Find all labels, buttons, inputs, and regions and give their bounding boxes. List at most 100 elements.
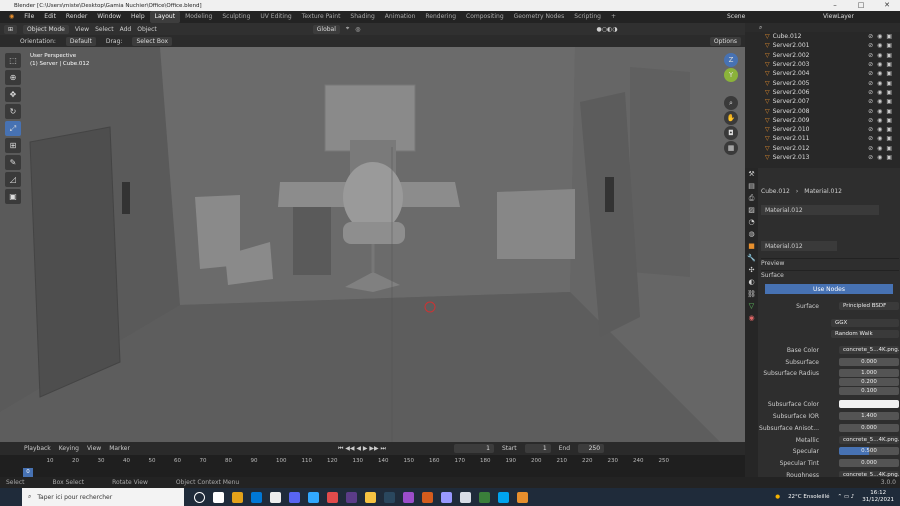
outliner-item[interactable]: ▽ Server2.010 ⊘◉▣ (745, 125, 900, 134)
tab-geometry-nodes[interactable]: Geometry Nodes (509, 11, 570, 23)
app-icon-15[interactable] (460, 491, 471, 503)
cursor-tool-icon[interactable]: ⊕ (5, 70, 21, 85)
axis-y-icon[interactable]: Y (724, 68, 738, 82)
outliner-item[interactable]: ▽ Server2.013 ⊘◉▣ (745, 153, 900, 162)
visibility-icons[interactable]: ⊘◉▣ (868, 145, 896, 152)
surface-panel-header[interactable]: Surface (761, 270, 899, 280)
tab-modeling[interactable]: Modeling (180, 11, 217, 23)
timeline-view-menu[interactable]: View (87, 445, 101, 452)
visibility-icons[interactable]: ⊘◉▣ (868, 42, 896, 49)
visibility-icons[interactable]: ⊘◉▣ (868, 126, 896, 133)
tool-tab-icon[interactable]: ⚒ (745, 168, 758, 180)
taskbar-search-field[interactable]: ⌕ Taper ici pour rechercher (22, 488, 184, 506)
visibility-icons[interactable]: ⊘◉▣ (868, 108, 896, 115)
app-icon-8[interactable] (327, 491, 338, 503)
close-icon[interactable]: ✕ (874, 0, 900, 11)
select-menu[interactable]: Select (95, 26, 114, 33)
annotate-tool-icon[interactable]: ✎ (5, 155, 21, 170)
outliner-item[interactable]: ▽ Server2.003 ⊘◉▣ (745, 60, 900, 69)
task-view-icon[interactable] (194, 491, 205, 503)
object-tab-icon[interactable]: ■ (745, 240, 758, 252)
menu-render[interactable]: Render (61, 11, 92, 23)
file-explorer-icon[interactable] (251, 491, 262, 503)
outliner-item[interactable]: ▽ Server2.002 ⊘◉▣ (745, 51, 900, 60)
rotate-tool-icon[interactable]: ↻ (5, 104, 21, 119)
scene-selector[interactable]: Scene (727, 11, 745, 23)
subsurface-method-dropdown[interactable]: Random Walk (831, 330, 899, 338)
view-layer-selector[interactable]: ViewLayer (823, 11, 854, 23)
menu-window[interactable]: Window (92, 11, 126, 23)
app-icon-5[interactable] (270, 491, 281, 503)
blender-taskbar-icon[interactable] (517, 491, 528, 503)
constraints-tab-icon[interactable]: ⛓ (745, 288, 758, 300)
app-icon-16[interactable] (479, 491, 490, 503)
playhead[interactable]: 0 (23, 468, 33, 477)
scale-tool-icon[interactable]: ⤢ (5, 121, 21, 136)
shader-input-value[interactable]: 0.000 (839, 358, 899, 366)
outliner-item[interactable]: ▽ Server2.008 ⊘◉▣ (745, 106, 900, 115)
output-tab-icon[interactable]: ⎙ (745, 192, 758, 204)
marker-menu[interactable]: Marker (109, 445, 130, 452)
app-icon-10[interactable] (365, 491, 376, 503)
discord-icon[interactable] (289, 491, 300, 503)
visibility-icons[interactable]: ⊘◉▣ (868, 117, 896, 124)
surface-shader-field[interactable]: Principled BSDF (839, 302, 899, 310)
visibility-icons[interactable]: ⊘◉▣ (868, 80, 896, 87)
view-layer-tab-icon[interactable]: ▨ (745, 204, 758, 216)
world-tab-icon[interactable]: ◍ (745, 228, 758, 240)
taskbar-search-placeholder[interactable]: Taper ici pour rechercher (37, 494, 112, 501)
steam-icon[interactable] (384, 491, 395, 503)
editor-type-icon[interactable]: ⊞ (4, 24, 18, 34)
object-menu[interactable]: Object (137, 26, 157, 33)
view-menu[interactable]: View (75, 26, 89, 33)
clock[interactable]: 16:12 31/12/2021 (862, 490, 894, 504)
distribution-dropdown[interactable]: GGX (831, 319, 899, 327)
tab-uv-editing[interactable]: UV Editing (255, 11, 296, 23)
3d-viewport[interactable]: User Perspective (1) Server | Cube.012 ⬚… (0, 47, 745, 442)
pan-hand-icon[interactable]: ✋ (724, 111, 738, 125)
camera-icon[interactable]: ◘ (724, 126, 738, 140)
outliner-item[interactable]: ▽ Server2.012 ⊘◉▣ (745, 144, 900, 153)
tray-icons[interactable]: ⌃ ▭ ♪ (837, 494, 854, 500)
visibility-icons[interactable]: ⊘◉▣ (868, 70, 896, 77)
shader-input-value[interactable] (839, 400, 899, 408)
visibility-icons[interactable]: ⊘◉▣ (868, 52, 896, 59)
scene-tab-icon[interactable]: ◔ (745, 216, 758, 228)
tab-layout[interactable]: Layout (149, 11, 181, 23)
tab-shading[interactable]: Shading (345, 11, 379, 23)
material-name-field[interactable]: Material.012 (761, 241, 837, 251)
shader-input-value[interactable]: 0.200 (839, 378, 899, 386)
photoshop-icon[interactable] (308, 491, 319, 503)
outliner-item[interactable]: ▽ Server2.011 ⊘◉▣ (745, 134, 900, 143)
shader-input-value[interactable]: 0.100 (839, 387, 899, 395)
preview-panel-header[interactable]: Preview (761, 258, 899, 268)
surface-panel-label[interactable]: Surface (761, 272, 784, 279)
shader-input-value[interactable]: 1.000 (839, 369, 899, 377)
render-tab-icon[interactable]: ▤ (745, 180, 758, 192)
outliner-item[interactable]: ▽ Server2.009 ⊘◉▣ (745, 116, 900, 125)
tab-compositing[interactable]: Compositing (461, 11, 509, 23)
menu-help[interactable]: Help (126, 11, 150, 23)
options-dropdown[interactable]: Options (709, 36, 741, 46)
modifier-tab-icon[interactable]: 🔧 (745, 252, 758, 264)
preview-label[interactable]: Preview (761, 260, 784, 267)
material-slot-list[interactable]: Material.012 (761, 205, 879, 215)
playback-menu[interactable]: Playback (24, 445, 51, 452)
weather-label[interactable]: 22°C Ensoleillé (788, 494, 829, 500)
visibility-icons[interactable]: ⊘◉▣ (868, 135, 896, 142)
tab-rendering[interactable]: Rendering (420, 11, 461, 23)
outliner-item[interactable]: ▽ Server2.007 ⊘◉▣ (745, 97, 900, 106)
snap-icon[interactable]: ⌖ (346, 25, 349, 33)
premiere-icon[interactable] (441, 491, 452, 503)
chrome-icon[interactable] (232, 491, 243, 503)
use-nodes-label[interactable]: Use Nodes (813, 286, 845, 293)
measure-tool-icon[interactable]: ◿ (5, 172, 21, 187)
axis-z-icon[interactable]: Z (724, 53, 738, 67)
add-workspace-button[interactable]: + (606, 11, 621, 23)
use-nodes-button[interactable]: Use Nodes (765, 284, 893, 294)
visibility-icons[interactable]: ⊘◉▣ (868, 33, 896, 40)
move-tool-icon[interactable]: ✥ (5, 87, 21, 102)
mode-dropdown[interactable]: Object Mode (23, 24, 69, 34)
shader-input-value[interactable]: 1.400 (839, 412, 899, 420)
tab-scripting[interactable]: Scripting (569, 11, 606, 23)
